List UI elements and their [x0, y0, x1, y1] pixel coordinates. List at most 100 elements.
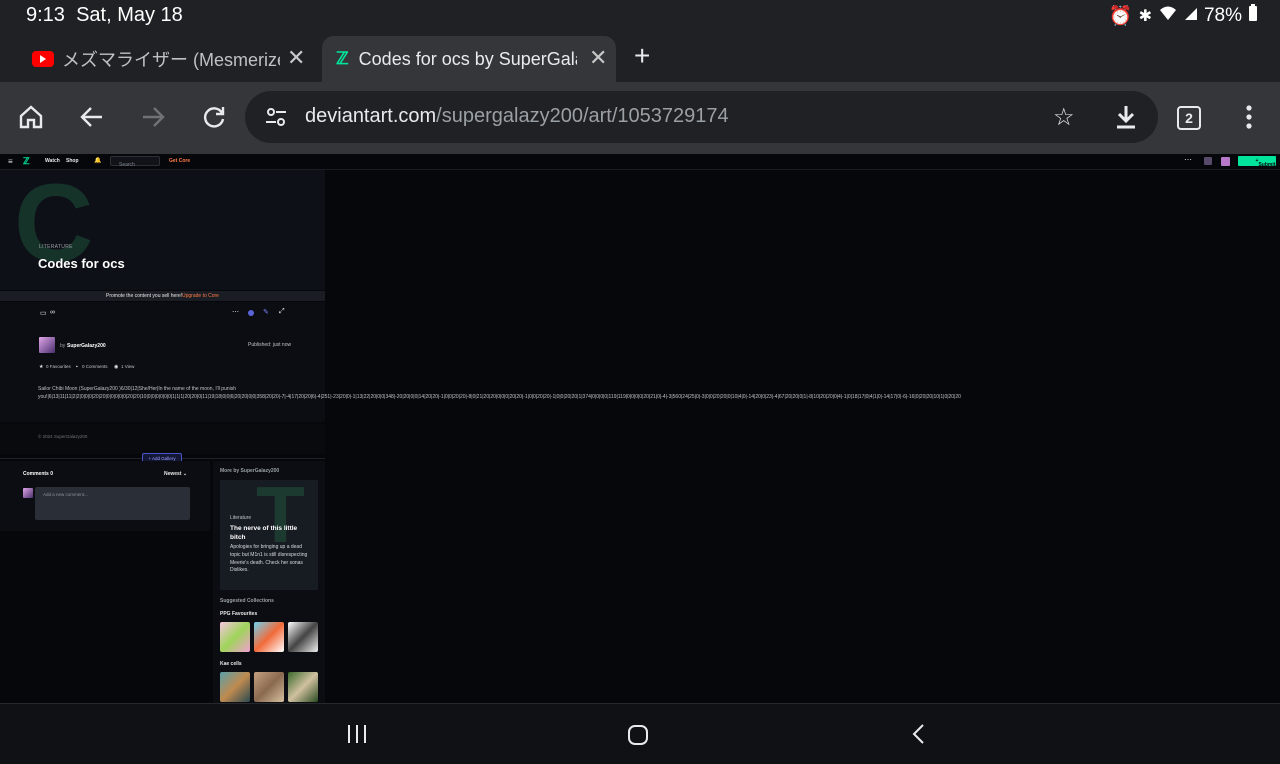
- collection-thumbnail[interactable]: [288, 622, 318, 652]
- author-name[interactable]: SuperGalazy200: [67, 343, 106, 349]
- get-core-link[interactable]: Get Core: [169, 158, 190, 164]
- sort-dropdown[interactable]: Newest ⌄: [164, 471, 187, 477]
- menu-button[interactable]: [1232, 100, 1266, 134]
- collection-thumbnail[interactable]: [288, 672, 318, 702]
- comments-section: Comments 0 Newest ⌄ Add a new comment...: [0, 461, 210, 531]
- star-icon: ★: [39, 364, 44, 370]
- search-placeholder: Search: [119, 162, 135, 168]
- eye-icon: ◉: [114, 364, 119, 370]
- body-text-line-1: Sailor Chibi Moon (SuperGalazy200 )6/30|…: [38, 386, 237, 392]
- author-avatar[interactable]: [39, 337, 55, 353]
- commenter-avatar: [23, 488, 33, 498]
- reload-icon: [203, 107, 225, 128]
- sort-label: Newest: [164, 471, 182, 477]
- comments-count: 0 Comments: [82, 364, 108, 369]
- browser-toolbar: deviantart.com/supergalazy200/art/105372…: [0, 82, 1280, 154]
- alarm-icon: ⏰: [1108, 6, 1133, 27]
- hamburger-icon[interactable]: ≡: [8, 157, 13, 166]
- collection-thumbnail[interactable]: [254, 672, 284, 702]
- recent-apps-button[interactable]: [346, 724, 368, 749]
- da-top-nav: ≡ ℤ Watch Shop 🔔 Search Get Core ⋯ + Sub…: [0, 154, 1280, 170]
- collection-title[interactable]: Kae cells: [220, 661, 242, 667]
- web-content: ≡ ℤ Watch Shop 🔔 Search Get Core ⋯ + Sub…: [0, 154, 1280, 703]
- star-icon[interactable]: ☆: [1053, 103, 1075, 132]
- page-title: Codes for ocs: [38, 256, 125, 271]
- badge-icon[interactable]: [248, 310, 254, 316]
- published-date: Published: just now: [248, 342, 292, 348]
- more-by-title: More by SuperGalazy200: [220, 468, 280, 474]
- battery-percent: 78%: [1203, 5, 1242, 26]
- address-bar[interactable]: deviantart.com/supergalazy200/art/105372…: [245, 91, 1158, 143]
- url-host: deviantart.com: [305, 105, 437, 127]
- collection-thumbnail[interactable]: [220, 672, 250, 702]
- more-by-sidebar: More by SuperGalazy200 T Literature The …: [213, 461, 325, 703]
- home-nav-button[interactable]: [627, 724, 649, 751]
- chevron-down-icon: ⌄: [182, 471, 188, 477]
- collection-title[interactable]: PPG Favourites: [220, 611, 257, 617]
- promo-bar: Promote the content you sell here! Upgra…: [0, 291, 325, 301]
- forward-arrow-icon: [143, 107, 165, 127]
- more-card[interactable]: T Literature The nerve of this little bi…: [220, 480, 318, 590]
- home-button[interactable]: [14, 100, 48, 134]
- wifi-icon: [1158, 5, 1178, 27]
- avatar[interactable]: [1221, 157, 1230, 166]
- more-horizontal-icon[interactable]: ⋯: [1184, 155, 1192, 164]
- deviantart-logo-icon[interactable]: ℤ: [23, 156, 30, 167]
- recent-apps-icon: [348, 725, 366, 743]
- comment-input[interactable]: Add a new comment...: [35, 487, 190, 520]
- nav-watch[interactable]: Watch: [45, 158, 60, 164]
- new-tab-button[interactable]: +: [634, 40, 650, 72]
- expand-icon[interactable]: ⤢: [279, 308, 285, 316]
- tab-youtube[interactable]: メズマライザー (Mesmerizer) ✕: [30, 36, 320, 82]
- home-circle-icon: [628, 725, 648, 745]
- edit-icon[interactable]: ✎: [263, 308, 269, 316]
- tab-count-button[interactable]: 2: [1177, 106, 1201, 130]
- home-icon: [19, 105, 43, 129]
- close-icon[interactable]: ✕: [287, 45, 305, 71]
- forward-button[interactable]: [136, 100, 170, 134]
- youtube-icon: [32, 51, 54, 67]
- back-nav-button[interactable]: [910, 723, 926, 750]
- bluetooth-icon: ✱: [1138, 8, 1152, 25]
- android-nav-bar: [0, 703, 1280, 764]
- bell-icon[interactable]: 🔔: [94, 157, 101, 164]
- tab-deviantart[interactable]: ℤ Codes for ocs by SuperGalazy ✕: [322, 36, 616, 82]
- more-vertical-icon: [1246, 105, 1252, 129]
- body-text-line-2: you!|6|13|11|11|2|2|0|0|0|20|20|0|0|0|0|…: [38, 394, 961, 400]
- views-count: 1 View: [121, 364, 135, 369]
- share-icon[interactable]: ∞: [50, 309, 55, 316]
- hero-category: LITERATURE: [39, 244, 73, 250]
- tab-title: Codes for ocs by SuperGalazy: [358, 48, 577, 69]
- card-title: The nerve of this little bitch: [230, 525, 298, 541]
- upgrade-link[interactable]: Upgrade to Core: [182, 293, 219, 299]
- copyright-text: © 2024 SuperGalazy200: [38, 434, 88, 439]
- more-horizontal-icon[interactable]: ⋯: [232, 308, 239, 316]
- submit-button[interactable]: + Submit: [1238, 156, 1276, 168]
- comment-placeholder: Add a new comment...: [43, 492, 88, 497]
- url-path: /supergalazy200/art/1053729174: [436, 105, 729, 127]
- site-settings-icon[interactable]: [265, 106, 287, 133]
- download-icon[interactable]: [1114, 104, 1138, 135]
- comment-icon[interactable]: ▭: [40, 309, 47, 317]
- suggested-collections-title: Suggested Collections: [220, 598, 274, 604]
- date-text: Sat, May 18: [76, 4, 183, 26]
- collection-thumbnail[interactable]: [254, 622, 284, 652]
- deviation-footer: © 2024 SuperGalazy200: [0, 424, 325, 454]
- battery-icon: [1248, 4, 1258, 28]
- status-time: 9:13 Sat, May 18: [26, 4, 183, 27]
- deviantart-icon: ℤ: [336, 49, 349, 68]
- collection-thumbnail[interactable]: [220, 622, 250, 652]
- deviation-hero: C LITERATURE Codes for ocs: [0, 170, 325, 290]
- comment-icon: ▪: [76, 364, 78, 370]
- comments-title-count: 0: [50, 471, 54, 477]
- favourites-count: 0 Favourites: [46, 364, 71, 369]
- url-text[interactable]: deviantart.com/supergalazy200/art/105372…: [305, 105, 729, 128]
- nav-shop[interactable]: Shop: [66, 158, 79, 164]
- reload-button[interactable]: [197, 100, 231, 134]
- search-box[interactable]: Search: [110, 156, 160, 168]
- article-body: ▭ ∞ ⋯ ✎ ⤢ by SuperGalazy200 Published: j…: [0, 302, 325, 422]
- back-button[interactable]: [75, 100, 109, 134]
- close-icon[interactable]: ✕: [589, 45, 607, 71]
- card-category: Literature: [230, 515, 252, 521]
- notification-icon[interactable]: [1204, 157, 1212, 165]
